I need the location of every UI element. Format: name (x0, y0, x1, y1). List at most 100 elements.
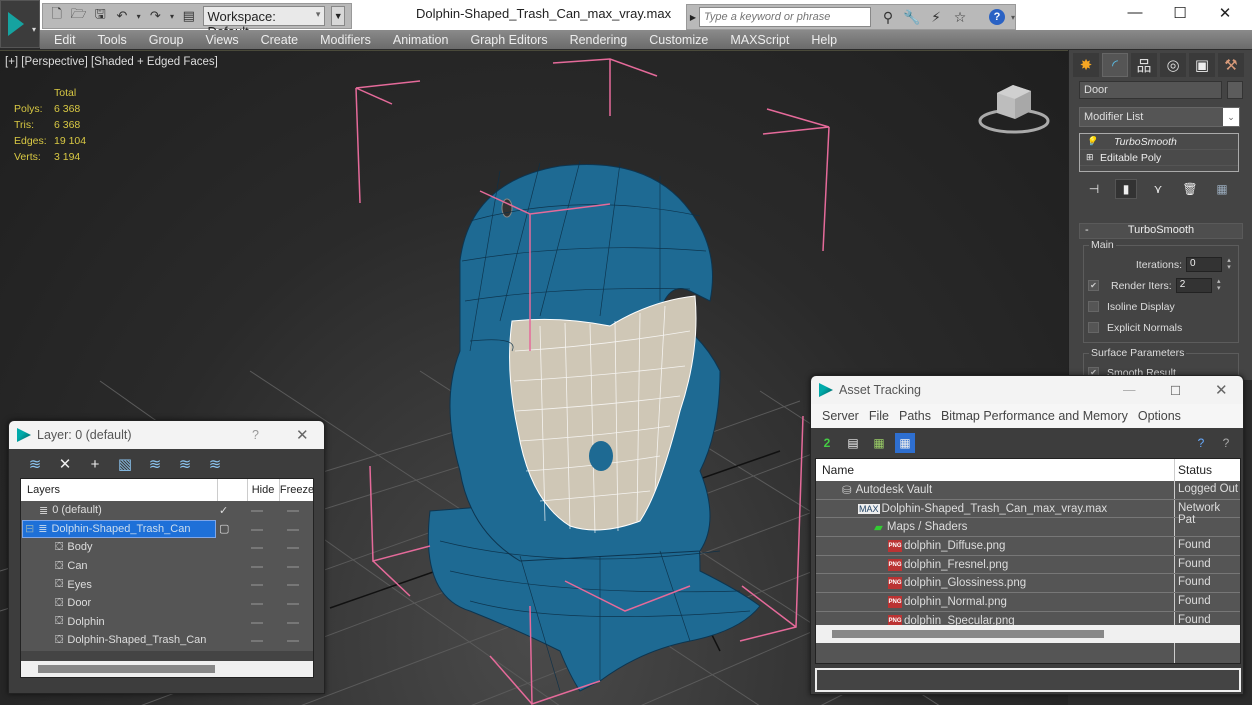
close-button[interactable]: ✕ (1215, 381, 1228, 399)
menu-help[interactable]: Help (800, 33, 848, 47)
menu-tools[interactable]: Tools (87, 33, 138, 47)
collapse-icon[interactable]: ⊟ (25, 522, 34, 535)
menu-create[interactable]: Create (250, 33, 310, 47)
minimize-button[interactable]: — (1120, 4, 1150, 24)
column-name[interactable]: Name (822, 463, 854, 477)
hide-toggle[interactable] (251, 565, 263, 568)
column-freeze[interactable]: Freeze (279, 484, 315, 496)
help-icon[interactable]: ? (1191, 433, 1211, 453)
lightbulb-icon[interactable]: 💡 (1086, 136, 1098, 147)
asset-row[interactable]: MAX Dolphin-Shaped_Trash_Can_max_vray.ma… (816, 500, 1240, 526)
asset-row[interactable]: PNG dolphin_Normal.png Found (816, 593, 1240, 612)
refresh-icon[interactable]: 2 (817, 433, 837, 453)
freeze-toggle[interactable] (287, 602, 299, 605)
utilities-tab-hammer-icon[interactable]: ⚒ (1218, 53, 1244, 77)
new-layer-icon[interactable]: ≋ (25, 454, 45, 474)
modify-tab-curve-icon[interactable]: ◜ (1102, 53, 1128, 77)
menu-paths[interactable]: Paths (894, 409, 936, 423)
redo-icon[interactable]: ↷ (148, 8, 164, 24)
asset-row[interactable]: PNG dolphin_Fresnel.png Found (816, 556, 1240, 575)
delete-layer-icon[interactable]: ✕ (55, 454, 75, 474)
set-current-layer-icon[interactable]: ≋ (175, 454, 195, 474)
close-button[interactable]: ✕ (1210, 4, 1240, 24)
layer-row[interactable]: ⊟ ≣ Dolphin-Shaped_Trash_Can ▢ (21, 519, 313, 539)
menu-edit[interactable]: Edit (40, 33, 87, 47)
set-current-checkbox[interactable]: ▢ (219, 522, 229, 535)
freeze-toggle[interactable] (287, 510, 299, 512)
search-input[interactable] (699, 7, 871, 27)
layer-row[interactable]: ⛋ Door (21, 594, 313, 613)
freeze-toggle[interactable] (287, 640, 299, 643)
show-end-result-icon[interactable]: ▮ (1115, 179, 1137, 199)
horizontal-scrollbar[interactable] (816, 625, 1240, 643)
layer-row[interactable]: ⛋ Eyes (21, 575, 313, 594)
help-dropdown-icon[interactable]: ▾ (1011, 13, 1015, 22)
stack-item-editable-poly[interactable]: ⊞ Editable Poly (1080, 150, 1238, 166)
viewcube-icon[interactable] (975, 79, 1053, 137)
app-menu-button[interactable]: ▾ (0, 0, 40, 48)
layer-row[interactable]: ⛋ Body (21, 538, 313, 557)
help-icon[interactable]: ? (988, 9, 1005, 25)
help-button[interactable]: ? (252, 428, 259, 442)
hide-toggle[interactable] (251, 640, 263, 643)
column-layers[interactable]: Layers (27, 484, 60, 496)
column-hide[interactable]: Hide (247, 484, 279, 496)
iterations-spinner[interactable]: 0 (1186, 257, 1222, 272)
freeze-toggle[interactable] (287, 565, 299, 568)
display-tab-monitor-icon[interactable]: ▣ (1189, 53, 1215, 77)
modifier-list-dropdown[interactable]: Modifier List ⌄ (1079, 107, 1240, 127)
make-unique-icon[interactable]: ⋎ (1147, 179, 1169, 199)
hierarchy-tab-icon[interactable]: 品 (1131, 53, 1157, 77)
save-icon[interactable]: 🖫 (93, 6, 109, 24)
remove-modifier-icon[interactable]: 🗑 (1179, 179, 1201, 199)
select-layer-icon[interactable]: ≋ (145, 454, 165, 474)
asset-row[interactable]: PNG dolphin_Diffuse.png Found (816, 537, 1240, 556)
undo-dropdown-icon[interactable]: ▾ (136, 8, 142, 24)
layer-row[interactable]: ⛋ Can (21, 557, 313, 576)
horizontal-scrollbar[interactable] (21, 661, 313, 677)
customize-qat-button[interactable]: ▼ (331, 6, 346, 26)
menu-options[interactable]: Options (1133, 409, 1186, 423)
open-file-icon[interactable]: 🗁 (71, 6, 87, 24)
hide-toggle[interactable] (251, 510, 263, 512)
undo-icon[interactable]: ↶ (114, 8, 130, 24)
render-iters-spinner[interactable]: 2 (1175, 278, 1212, 293)
layer-row[interactable]: ⛋ Dolphin (21, 613, 313, 632)
new-file-icon[interactable]: 🗋 (49, 6, 65, 24)
hide-toggle[interactable] (251, 547, 263, 550)
dialog-titlebar[interactable]: Asset Tracking — ☐ ✕ (811, 376, 1243, 404)
menu-server[interactable]: Server (817, 409, 864, 423)
spinner-arrows-icon[interactable]: ▴ ▾ (1214, 278, 1224, 293)
expand-plus-icon[interactable]: ⊞ (1086, 152, 1098, 163)
menu-bitmap-performance[interactable]: Bitmap Performance and Memory (936, 409, 1133, 423)
freeze-toggle[interactable] (287, 547, 299, 550)
expand-search-icon[interactable]: ▶ (687, 13, 699, 22)
asset-row[interactable]: PNG dolphin_Glossiness.png Found (816, 574, 1240, 594)
star-icon[interactable]: ☆ (951, 8, 969, 26)
pin-stack-icon[interactable]: ⊣ (1083, 179, 1105, 199)
object-name-field[interactable]: Door (1079, 81, 1222, 99)
column-status[interactable]: Status (1178, 463, 1212, 477)
hide-toggle[interactable] (251, 584, 263, 587)
current-layer-checkmark-icon[interactable]: ✓ (219, 504, 228, 517)
dialog-titlebar[interactable]: Layer: 0 (default) ? ✕ (9, 421, 324, 449)
explicit-normals-checkbox[interactable] (1088, 322, 1099, 333)
asset-row[interactable]: ▰ Maps / Shaders (816, 518, 1240, 538)
menu-views[interactable]: Views (194, 33, 249, 47)
layer-settings-icon[interactable]: ≋ (205, 454, 225, 474)
motion-tab-icon[interactable]: ◎ (1160, 53, 1186, 77)
create-tab-sun-icon[interactable]: ✸ (1073, 53, 1099, 77)
select-objects-icon[interactable]: ▧ (115, 454, 135, 474)
list-view-icon[interactable]: ▤ (843, 433, 863, 453)
asset-row[interactable]: ⛁ Autodesk Vault Logged Out (816, 481, 1240, 500)
scrollbar-thumb[interactable] (38, 665, 215, 673)
menu-modifiers[interactable]: Modifiers (309, 33, 382, 47)
scrollbar-thumb[interactable] (832, 630, 1104, 638)
menu-graph-editors[interactable]: Graph Editors (459, 33, 558, 47)
menu-file[interactable]: File (864, 409, 894, 423)
context-help-icon[interactable]: ? (1216, 433, 1236, 453)
spinner-arrows-icon[interactable]: ▴ ▾ (1224, 257, 1234, 272)
project-folder-icon[interactable]: ▤ (181, 8, 197, 24)
redo-dropdown-icon[interactable]: ▾ (169, 8, 175, 24)
render-iters-checkbox[interactable]: ✔ (1088, 280, 1099, 291)
